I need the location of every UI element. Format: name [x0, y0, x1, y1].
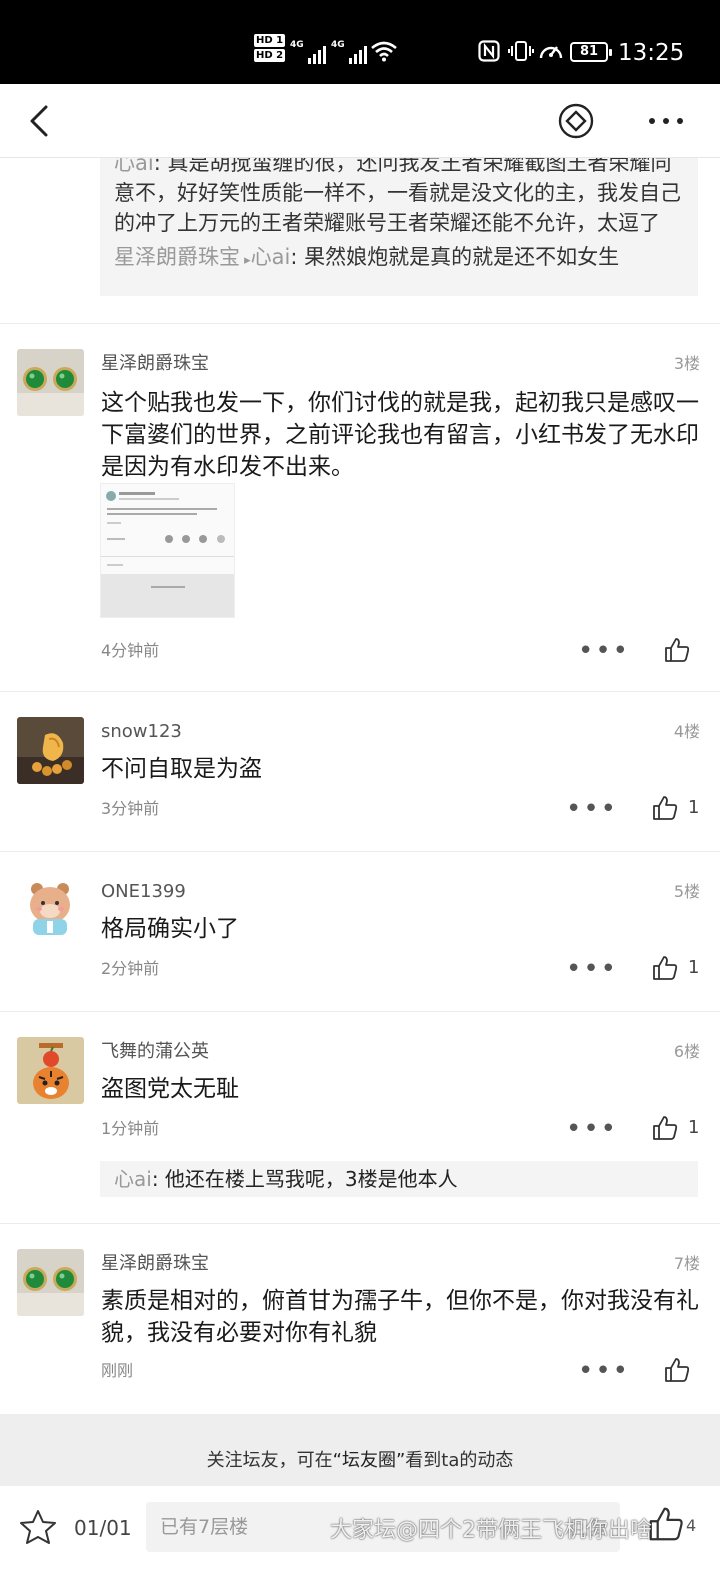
more-actions-icon[interactable]: •••	[578, 1358, 630, 1384]
post-time: 1分钟前	[101, 1119, 160, 1138]
post-body: 格局确实小了	[101, 916, 239, 942]
quoted-replies[interactable]: 心ai: 真是胡搅蛮缠的很，还问我发王者荣耀截图王者荣耀同意不，好好笑性质能一样…	[100, 158, 698, 296]
like-button[interactable]	[652, 795, 678, 821]
post-time: 刚刚	[101, 1361, 134, 1380]
thread-like-button[interactable]	[648, 1506, 684, 1542]
floor-number: 6楼	[673, 1042, 700, 1061]
post-body: 素质是相对的，俯首甘为孺子牛，但你不是，你对我没有礼貌，我没有必要对你有礼貌	[101, 1288, 699, 1346]
wifi-icon	[370, 40, 398, 67]
quote-author[interactable]: 心ai	[114, 1167, 152, 1191]
like-count: 1	[688, 957, 700, 978]
post-floor-6: 飞舞的蒲公英 6楼 盗图党太无耻 1分钟前 ••• 1 心ai: 他还在楼上骂我…	[0, 1011, 720, 1223]
network-type-label-2: 4G	[331, 40, 345, 50]
like-button[interactable]	[664, 637, 690, 663]
nav-bar	[0, 84, 720, 158]
thumbs-up-icon	[653, 1116, 678, 1140]
quoted-reply[interactable]: 心ai: 他还在楼上骂我呢，3楼是他本人	[100, 1161, 698, 1197]
avatar[interactable]	[17, 717, 84, 784]
favorite-button[interactable]	[18, 1508, 58, 1548]
author-name[interactable]: 飞舞的蒲公英	[101, 1039, 209, 1065]
author-name[interactable]: 星泽朗爵珠宝	[101, 1251, 209, 1277]
signal-icon-2: 4G	[331, 40, 367, 64]
follow-hint-text: 关注坛友，可在	[206, 1450, 333, 1471]
circle-link[interactable]: “坛友圈”	[333, 1450, 406, 1471]
post-body: 盗图党太无耻	[101, 1076, 239, 1102]
like-button[interactable]	[664, 1357, 690, 1383]
chevron-left-icon	[30, 105, 48, 137]
like-button[interactable]	[652, 1115, 678, 1141]
watermark: 大家坛@四个2带俩王飞机你出啥	[330, 1518, 652, 1543]
hd2-label: HD 2	[254, 49, 286, 62]
post-image[interactable]	[100, 483, 235, 618]
more-actions-icon[interactable]: •••	[566, 1116, 618, 1142]
thumbs-up-icon	[665, 1358, 690, 1382]
post-floor-4: snow123 4楼 不问自取是为盗 3分钟前 ••• 1	[0, 691, 720, 851]
nfc-icon	[478, 40, 500, 67]
coin-button[interactable]	[557, 102, 595, 140]
thumbs-up-icon	[653, 956, 678, 980]
post-floor-7: 星泽朗爵珠宝 7楼 素质是相对的，俯首甘为孺子牛，但你不是，你对我没有礼貌，我没…	[0, 1223, 720, 1413]
speed-icon	[538, 40, 564, 67]
quoted-reply-2: 星泽朗爵珠宝 ▸心ai: 果然娘炮就是真的就是还不如女生	[114, 242, 684, 276]
thread-content[interactable]: 心ai: 真是胡搅蛮缠的很，还问我发王者荣耀截图王者荣耀同意不，好好笑性质能一样…	[0, 158, 720, 1414]
more-actions-icon[interactable]: •••	[566, 796, 618, 822]
post-time: 2分钟前	[101, 959, 160, 978]
thumbs-up-icon	[665, 638, 690, 662]
like-count: 1	[688, 1117, 700, 1138]
post-time: 4分钟前	[101, 641, 160, 660]
page-indicator[interactable]: 01/01	[74, 1514, 132, 1542]
post-body: 这个贴我也发一下，你们讨伐的就是我，起初我只是感叹一下富婆们的世界，之前评论我也…	[101, 390, 699, 480]
post-floor-5: ONE1399 5楼 格局确实小了 2分钟前 ••• 1	[0, 851, 720, 1011]
clock: 13:25	[618, 40, 685, 66]
author-name[interactable]: 星泽朗爵珠宝	[101, 351, 209, 377]
author-name[interactable]: ONE1399	[101, 879, 186, 905]
coin-icon	[558, 103, 594, 139]
more-actions-icon[interactable]: •••	[578, 638, 630, 664]
post-floor-3: 星泽朗爵珠宝 3楼 这个贴我也发一下，你们讨伐的就是我，起初我只是感叹一下富婆们…	[0, 323, 720, 691]
post-time: 3分钟前	[101, 799, 160, 818]
follow-hint[interactable]: 关注坛友，可在“坛友圈”看到ta的动态	[0, 1414, 720, 1486]
avatar[interactable]	[17, 349, 84, 416]
star-icon	[20, 1510, 56, 1544]
thumbs-up-icon	[653, 796, 678, 820]
floor-number: 3楼	[673, 354, 700, 373]
vibrate-icon	[508, 40, 534, 67]
thread-like-count: 4	[686, 1516, 697, 1535]
avatar[interactable]	[17, 1037, 84, 1104]
quoted-reply-1: 心ai: 真是胡搅蛮缠的很，还问我发王者荣耀截图王者荣耀同意不，好好笑性质能一样…	[114, 158, 684, 238]
quote-text: : 他还在楼上骂我呢，3楼是他本人	[151, 1167, 458, 1191]
hd1-label: HD 1	[254, 34, 286, 47]
battery-icon: 81	[570, 42, 612, 62]
like-button[interactable]	[652, 955, 678, 981]
signal-icon: 4G	[290, 40, 326, 64]
network-type-label: 4G	[290, 40, 304, 50]
author-name[interactable]: snow123	[101, 719, 182, 745]
more-button[interactable]	[646, 106, 686, 136]
status-bar: HD 1 HD 2 4G 4G 81 13:25	[0, 0, 720, 84]
more-actions-icon[interactable]: •••	[566, 956, 618, 982]
floor-number: 4楼	[673, 722, 700, 741]
like-count: 1	[688, 797, 700, 818]
avatar[interactable]	[17, 1249, 84, 1316]
post-body: 不问自取是为盗	[101, 756, 262, 782]
follow-hint-text-end: 看到ta的动态	[405, 1450, 514, 1471]
avatar[interactable]	[17, 877, 84, 944]
quote-author[interactable]: 星泽朗爵珠宝	[114, 245, 240, 269]
quote-target[interactable]: 心ai	[251, 245, 291, 269]
floor-number: 7楼	[673, 1254, 700, 1273]
thumbs-up-icon	[649, 1507, 683, 1541]
back-button[interactable]	[22, 101, 62, 141]
more-icon	[649, 118, 683, 124]
hd-indicator: HD 1 HD 2	[254, 34, 286, 64]
quote-author[interactable]: 心ai	[114, 158, 154, 175]
reply-arrow-icon: ▸	[240, 253, 251, 268]
quote-text: : 真是胡搅蛮缠的很，还问我发王者荣耀截图王者荣耀同意不，好好笑性质能一样不，一…	[114, 158, 681, 235]
quote-text: : 果然娘炮就是真的就是还不如女生	[290, 245, 620, 269]
floor-number: 5楼	[673, 882, 700, 901]
